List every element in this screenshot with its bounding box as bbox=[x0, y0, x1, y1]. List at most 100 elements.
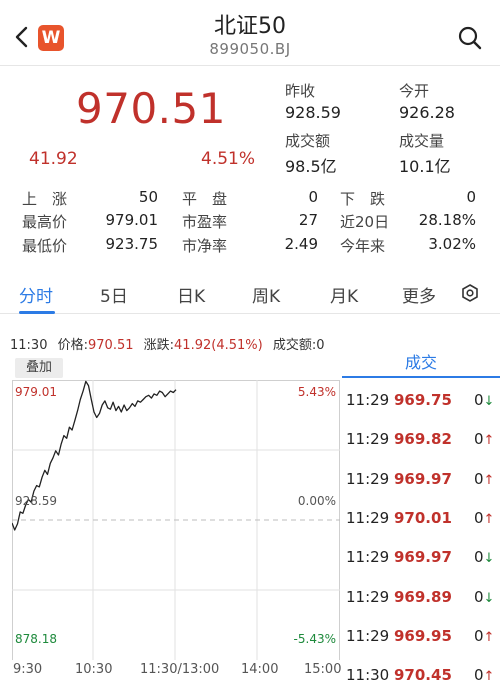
prev-close-label: 昨收 bbox=[285, 82, 316, 100]
trade-row: 11:29 969.82 0↑ bbox=[346, 430, 500, 469]
pb-label: 市净率 bbox=[182, 237, 228, 255]
trade-price: 969.82 bbox=[394, 430, 452, 449]
volume-label: 成交量 bbox=[399, 132, 445, 150]
trade-volume-value: 0 bbox=[474, 391, 484, 409]
arrow-down-icon: ↓ bbox=[483, 551, 495, 567]
trade-row: 11:30 970.45 0↑ bbox=[346, 666, 500, 681]
high-label: 最高价 bbox=[22, 213, 68, 231]
search-icon[interactable] bbox=[456, 24, 484, 52]
arrow-down-icon: ↓ bbox=[483, 394, 495, 409]
flat-count: 0 bbox=[308, 188, 318, 206]
prev-close-value: 928.59 bbox=[285, 103, 341, 122]
trade-row: 11:29 969.89 0↓ bbox=[346, 588, 500, 627]
trade-volume-value: 0 bbox=[474, 548, 484, 567]
settings-icon[interactable] bbox=[461, 284, 479, 307]
x-label-0930: 9:30 bbox=[13, 662, 43, 677]
info-price: 970.51 bbox=[88, 338, 134, 353]
trade-price: 969.75 bbox=[394, 391, 452, 409]
info-change: 41.92(4.51%) bbox=[174, 338, 263, 353]
tab-monthly-k[interactable]: 月K bbox=[330, 282, 358, 307]
ytd-label: 今年来 bbox=[340, 237, 386, 255]
crosshair-info: 11:30 价格:970.51 涨跌:41.92(4.51%) 成交额:0 bbox=[10, 334, 325, 353]
trade-row: 11:29 969.75 0↓ bbox=[346, 391, 500, 430]
pe-label: 市盈率 bbox=[182, 213, 228, 231]
arrow-up-icon: ↑ bbox=[483, 669, 495, 681]
x-label-1130: 11:30/13:00 bbox=[140, 662, 220, 677]
trade-time: 11:29 bbox=[346, 469, 390, 488]
trade-volume: 0↓ bbox=[474, 548, 494, 566]
turnover-label: 成交额 bbox=[285, 132, 331, 150]
low-value: 923.75 bbox=[105, 235, 159, 253]
y-label-top: 979.01 bbox=[15, 385, 57, 399]
trade-row: 11:29 969.95 0↑ bbox=[346, 627, 500, 666]
index-code: 899050.BJ bbox=[209, 40, 291, 58]
pct-label-bottom: -5.43% bbox=[294, 632, 336, 646]
flat-count-label: 平 盘 bbox=[182, 190, 228, 208]
turnover-value: 98.5亿 bbox=[285, 157, 337, 176]
trade-price: 969.89 bbox=[394, 587, 452, 606]
down-count: 0 bbox=[466, 188, 476, 206]
trade-volume: 0↑ bbox=[474, 430, 494, 448]
info-amount-label: 成交额: bbox=[272, 338, 317, 353]
overlay-button[interactable]: 叠加 bbox=[15, 358, 63, 378]
top-header: 北证50 899050.BJ W bbox=[0, 0, 500, 66]
open-value: 926.28 bbox=[399, 103, 455, 122]
trade-volume: 0↓ bbox=[474, 391, 494, 409]
trade-volume: 0↑ bbox=[474, 666, 494, 681]
trade-volume-value: 0 bbox=[474, 469, 484, 488]
tab-more[interactable]: 更多 bbox=[402, 282, 436, 307]
x-label-1030: 10:30 bbox=[75, 662, 113, 677]
intraday-chart[interactable]: 979.01 928.59 878.18 5.43% 0.00% -5.43% bbox=[12, 380, 340, 660]
trade-volume-value: 0 bbox=[474, 587, 484, 606]
trade-price: 969.95 bbox=[394, 626, 452, 645]
volume-value: 10.1亿 bbox=[399, 157, 451, 176]
back-icon[interactable] bbox=[10, 22, 36, 52]
trade-volume-value: 0 bbox=[474, 666, 484, 681]
active-tab-indicator bbox=[19, 311, 55, 314]
trade-volume-value: 0 bbox=[474, 430, 484, 449]
y-label-mid: 928.59 bbox=[15, 494, 57, 508]
x-label-1500: 15:00 bbox=[304, 662, 342, 677]
trade-time: 11:29 bbox=[346, 626, 390, 645]
up-count: 50 bbox=[138, 188, 158, 206]
open-label: 今开 bbox=[399, 82, 430, 100]
arrow-down-icon: ↓ bbox=[483, 590, 495, 606]
ytd-value: 3.02% bbox=[428, 235, 476, 253]
trade-row: 11:29 969.97 0↑ bbox=[346, 470, 500, 509]
trade-volume: 0↑ bbox=[474, 627, 494, 645]
trade-time: 11:30 bbox=[346, 666, 390, 681]
arrow-up-icon: ↑ bbox=[483, 433, 495, 449]
d20-label: 近20日 bbox=[340, 213, 390, 231]
app-logo[interactable]: W bbox=[38, 25, 64, 51]
tab-intraday[interactable]: 分时 bbox=[19, 282, 53, 307]
y-label-bottom: 878.18 bbox=[15, 632, 57, 646]
pct-label-mid: 0.00% bbox=[298, 494, 336, 508]
trades-tab[interactable]: 成交 bbox=[342, 349, 500, 378]
pct-label-top: 5.43% bbox=[298, 385, 336, 399]
trade-price: 970.01 bbox=[394, 508, 452, 527]
trade-time: 11:29 bbox=[346, 587, 390, 606]
tab-weekly-k[interactable]: 周K bbox=[252, 282, 280, 307]
info-amount: 0 bbox=[316, 338, 325, 353]
arrow-up-icon: ↑ bbox=[483, 472, 495, 488]
arrow-up-icon: ↑ bbox=[483, 511, 495, 527]
page-title: 北证50 bbox=[214, 14, 286, 39]
chart-tabs: 分时 5日 日K 周K 月K 更多 bbox=[0, 278, 500, 314]
d20-value: 28.18% bbox=[418, 211, 476, 229]
tab-5day[interactable]: 5日 bbox=[100, 282, 128, 307]
trade-time: 11:29 bbox=[346, 548, 390, 567]
high-value: 979.01 bbox=[105, 211, 159, 229]
trade-price: 970.45 bbox=[394, 666, 452, 681]
trade-volume: 0↓ bbox=[474, 588, 494, 606]
arrow-up-icon: ↑ bbox=[483, 629, 495, 645]
info-change-label: 涨跌: bbox=[143, 338, 175, 353]
pb-value: 2.49 bbox=[284, 235, 318, 253]
trade-row: 11:29 969.97 0↓ bbox=[346, 548, 500, 587]
tab-daily-k[interactable]: 日K bbox=[177, 282, 205, 307]
x-label-1400: 14:00 bbox=[241, 662, 279, 677]
price-change-pct: 4.51% bbox=[201, 149, 256, 169]
trade-price: 969.97 bbox=[394, 548, 452, 567]
trade-volume: 0↑ bbox=[474, 509, 494, 527]
trade-price: 969.97 bbox=[394, 469, 452, 488]
trade-row: 11:29 970.01 0↑ bbox=[346, 509, 500, 548]
